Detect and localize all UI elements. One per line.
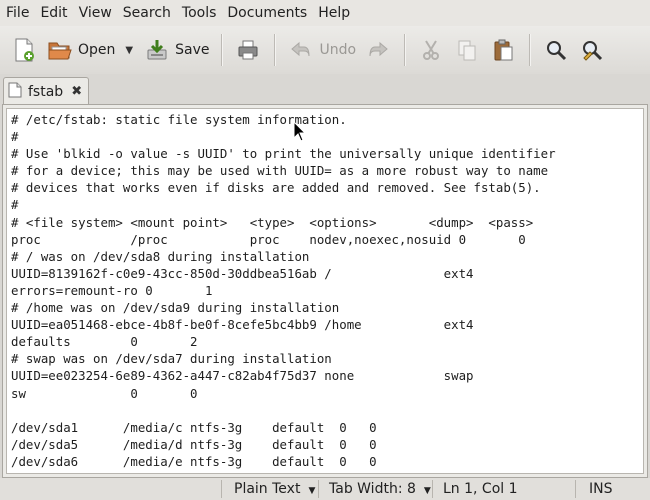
language-selector[interactable]: Plain Text ▼ <box>234 478 315 500</box>
close-tab-icon[interactable]: ✖ <box>71 84 82 99</box>
editor-line: errors=remount-ro 0 1 <box>11 282 213 298</box>
menu-view[interactable]: View <box>74 0 118 26</box>
cursor-position: Ln 1, Col 1 <box>443 481 518 497</box>
editor-line: UUID=ee023254-6e89-4362-a447-c82ab4f75d3… <box>11 368 474 384</box>
tab-fstab[interactable]: fstab ✖ <box>3 77 89 105</box>
save-button[interactable]: Save <box>139 31 213 69</box>
editor-lines: # /etc/fstab: static file system informa… <box>7 109 643 470</box>
editor-line: /dev/sda5 /media/d ntfs-3g default 0 0 <box>11 436 377 452</box>
toolbar-separator <box>529 34 531 66</box>
statusbar: Plain Text ▼ Tab Width: 8 ▼ Ln 1, Col 1 IN… <box>0 478 650 500</box>
insert-mode: INS <box>589 481 613 497</box>
editor-line: # /etc/fstab: static file system informa… <box>11 112 347 127</box>
find-replace-button[interactable] <box>574 31 610 69</box>
editor-line: # <file system> <mount point> <type> <op… <box>11 214 534 230</box>
editor-line: # for a device; this may be used with UU… <box>11 163 549 179</box>
language-label: Plain Text <box>234 481 301 497</box>
chevron-down-icon: ▼ <box>308 486 316 496</box>
save-label: Save <box>175 42 210 58</box>
toolbar-separator <box>404 34 406 66</box>
undo-label: Undo <box>319 42 357 58</box>
toolbar: Open ▼ Save Undo <box>0 26 650 74</box>
menu-tools[interactable]: Tools <box>177 0 223 26</box>
editor-line: defaults 0 2 <box>11 334 198 350</box>
open-recent-dropdown-icon[interactable]: ▼ <box>125 45 133 56</box>
editor-line: # / was on /dev/sda8 during installation <box>11 248 310 264</box>
toolbar-separator <box>274 34 276 66</box>
undo-button[interactable]: Undo <box>283 31 360 69</box>
mouse-pointer-icon <box>293 121 307 142</box>
statusbar-separator <box>432 480 433 498</box>
editor-line: /dev/sda6 /media/e ntfs-3g default 0 0 <box>11 453 377 469</box>
find-replace-icon <box>578 36 606 64</box>
tab-width-selector[interactable]: Tab Width: 8 ▼ <box>329 478 431 500</box>
editor-line: UUID=8139162f-c0e9-43cc-850d-30ddbea516a… <box>11 265 474 281</box>
editor-line: # <box>11 129 19 145</box>
find-button[interactable] <box>538 31 574 69</box>
menu-edit[interactable]: Edit <box>35 0 73 26</box>
printer-icon <box>234 36 262 64</box>
menu-documents[interactable]: Documents <box>222 0 313 26</box>
open-button[interactable]: Open <box>42 31 119 69</box>
document-tabbar: fstab ✖ <box>0 74 650 105</box>
open-folder-icon <box>46 36 74 64</box>
paste-button[interactable] <box>485 31 521 69</box>
editor-line: sw 0 0 <box>11 385 198 401</box>
text-editor[interactable]: # /etc/fstab: static file system informa… <box>6 108 644 474</box>
copy-icon <box>453 36 481 64</box>
menu-file[interactable]: File <box>0 0 35 26</box>
tab-title: fstab <box>28 83 64 100</box>
statusbar-separator <box>575 480 576 498</box>
new-document-icon <box>10 36 38 64</box>
editor-line: UUID=ea051468-ebce-4b8f-be0f-8cefe5bc4bb… <box>11 317 474 333</box>
document-icon <box>8 82 22 102</box>
cut-button[interactable] <box>413 31 449 69</box>
menubar: File Edit View Search Tools Documents He… <box>0 0 650 26</box>
scissors-icon <box>417 36 445 64</box>
copy-button[interactable] <box>449 31 485 69</box>
editor-line: # /home was on /dev/sda9 during installa… <box>11 300 340 316</box>
statusbar-separator <box>221 480 222 498</box>
menu-help[interactable]: Help <box>313 0 356 26</box>
editor-frame: # /etc/fstab: static file system informa… <box>2 104 648 478</box>
redo-button[interactable] <box>360 31 396 69</box>
search-icon <box>542 36 570 64</box>
menu-search[interactable]: Search <box>118 0 177 26</box>
toolbar-separator <box>221 34 223 66</box>
editor-line: # Use 'blkid -o value -s UUID' to print … <box>11 146 556 162</box>
editor-line: proc /proc proc nodev,noexec,nosuid 0 0 <box>11 231 526 247</box>
editor-line: # <box>11 197 19 213</box>
statusbar-separator <box>318 480 319 498</box>
editor-line: # devices that works even if disks are a… <box>11 180 541 196</box>
open-label: Open <box>78 42 116 58</box>
clipboard-icon <box>489 36 517 64</box>
chevron-down-icon: ▼ <box>423 486 431 496</box>
new-button[interactable] <box>6 31 42 69</box>
print-button[interactable] <box>230 31 266 69</box>
editor-line: # swap was on /dev/sda7 during installat… <box>11 351 332 367</box>
redo-icon <box>364 36 392 64</box>
tab-width-label: Tab Width: 8 <box>329 481 416 497</box>
editor-line: /dev/sda1 /media/c ntfs-3g default 0 0 <box>11 419 377 435</box>
save-icon <box>143 36 171 64</box>
undo-icon <box>287 36 315 64</box>
